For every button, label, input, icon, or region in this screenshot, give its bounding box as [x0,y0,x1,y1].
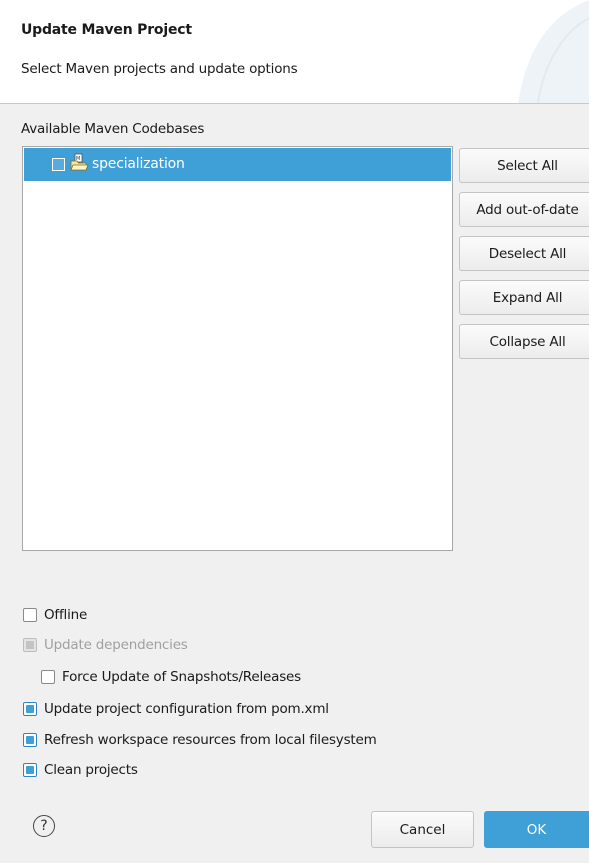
maven-project-folder-icon: M [70,153,89,171]
refresh-workspace-checkbox[interactable] [23,733,37,747]
cancel-button[interactable]: Cancel [371,811,474,848]
select-all-label: Select All [497,157,558,174]
dialog-title: Update Maven Project [21,22,192,38]
ok-button[interactable]: OK [484,811,589,848]
tree-item-specialization[interactable]: M specialization [24,148,451,181]
force-update-label: Force Update of Snapshots/Releases [62,669,301,685]
update-config-option[interactable]: Update project configuration from pom.xm… [23,701,329,717]
clean-projects-option[interactable]: Clean projects [23,762,138,778]
codebases-label: Available Maven Codebases [21,121,205,137]
expand-all-label: Expand All [492,289,563,306]
offline-label: Offline [44,607,88,623]
help-icon[interactable]: ? [33,815,55,837]
offline-checkbox[interactable] [23,608,37,622]
collapse-all-button[interactable]: Collapse All [459,324,589,359]
deselect-all-button[interactable]: Deselect All [459,236,589,271]
select-all-button[interactable]: Select All [459,148,589,183]
tree-item-checkbox[interactable] [52,158,65,171]
refresh-workspace-option[interactable]: Refresh workspace resources from local f… [23,732,377,748]
cancel-label: Cancel [399,821,446,838]
refresh-workspace-label: Refresh workspace resources from local f… [44,732,377,748]
update-dependencies-checkbox [23,638,37,652]
collapse-all-label: Collapse All [489,333,566,350]
offline-option[interactable]: Offline [23,607,87,623]
update-config-checkbox[interactable] [23,702,37,716]
add-out-of-date-button[interactable]: Add out-of-date [459,192,589,227]
tree-item-label: specialization [92,156,185,172]
force-update-checkbox[interactable] [41,670,55,684]
dialog-header: Update Maven Project Select Maven projec… [0,0,589,104]
deselect-all-label: Deselect All [488,245,567,262]
clean-projects-label: Clean projects [44,762,138,778]
clean-projects-checkbox[interactable] [23,763,37,777]
add-out-of-date-label: Add out-of-date [476,201,579,218]
force-update-option[interactable]: Force Update of Snapshots/Releases [41,669,301,685]
expand-all-button[interactable]: Expand All [459,280,589,315]
dialog-description: Select Maven projects and update options [21,61,298,77]
banner-decoration-icon [518,0,589,103]
update-dependencies-option: Update dependencies [23,637,188,653]
update-config-label: Update project configuration from pom.xm… [44,701,329,717]
ok-label: OK [526,821,547,838]
update-dependencies-label: Update dependencies [44,637,188,653]
codebases-tree[interactable]: M specialization [22,146,453,551]
